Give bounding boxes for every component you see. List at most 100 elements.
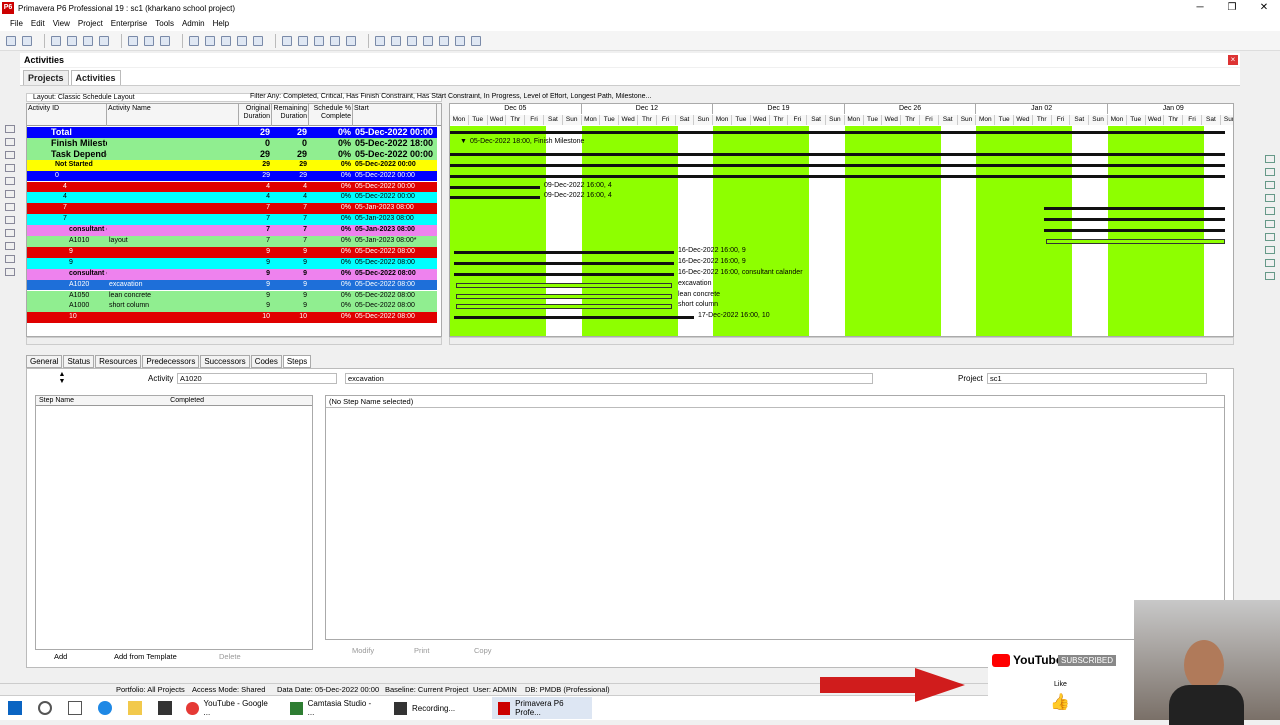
move-up-icon[interactable] <box>1265 233 1275 241</box>
cell-rd[interactable]: 9 <box>272 269 309 280</box>
menu-admin[interactable]: Admin <box>182 19 205 28</box>
minimize-icon[interactable]: ─ <box>1184 0 1216 16</box>
risks-nav-icon[interactable] <box>5 229 15 237</box>
activities-nav-icon[interactable] <box>5 138 15 146</box>
gantt-activity-bar[interactable] <box>1046 239 1225 244</box>
taskbar-camtasia[interactable]: Camtasia Studio - ... <box>284 697 384 719</box>
col-activity-name[interactable]: Activity Name <box>107 104 239 126</box>
cell-name[interactable]: lean concrete <box>107 291 239 302</box>
tab-projects[interactable]: Projects <box>23 70 69 85</box>
cell-start[interactable]: 05-Jan-2023 08:00 <box>353 203 437 214</box>
cell-rd[interactable]: 4 <box>272 182 309 193</box>
cell-pc[interactable]: 0% <box>309 182 353 193</box>
cell-id[interactable]: A1010 <box>27 236 107 247</box>
menu-enterprise[interactable]: Enterprise <box>111 19 147 28</box>
edge-icon[interactable] <box>98 701 112 715</box>
col-activity-id[interactable]: Activity ID <box>27 104 107 126</box>
cell-id[interactable]: 4 <box>27 182 107 193</box>
task-view-icon[interactable] <box>68 701 82 715</box>
cell-name[interactable] <box>107 127 239 138</box>
cell-start[interactable]: 05-Jan-2023 08:00 <box>353 214 437 225</box>
reports-nav-icon[interactable] <box>5 164 15 172</box>
cell-name[interactable] <box>107 149 239 160</box>
table-row[interactable]: A1000 short column 9 9 0% 05-Dec-2022 08:00 <box>27 301 437 313</box>
add-activity-icon[interactable] <box>1265 155 1275 163</box>
cell-start[interactable]: 05-Dec-2022 00:00 <box>353 160 437 171</box>
tab-status[interactable]: Status <box>63 355 95 368</box>
cell-rd[interactable]: 29 <box>272 171 309 182</box>
table-row[interactable]: 4 4 4 0% 05-Dec-2022 00:00 <box>27 181 437 193</box>
tab-predecessors[interactable]: Predecessors <box>142 355 200 368</box>
cell-od[interactable]: 9 <box>239 269 272 280</box>
cell-rd[interactable]: 9 <box>272 258 309 269</box>
issues-nav-icon[interactable] <box>5 216 15 224</box>
cell-name[interactable] <box>107 192 239 203</box>
table-row[interactable]: A1050 lean concrete 9 9 0% 05-Dec-2022 08:00 <box>27 290 437 302</box>
table-row[interactable]: Finish Milestone000%05-Dec-2022 18:00 <box>27 137 437 149</box>
cell-rd[interactable]: 4 <box>272 192 309 203</box>
cell-id[interactable]: 7 <box>27 203 107 214</box>
menu-file[interactable]: File <box>10 19 23 28</box>
layout-icon[interactable] <box>128 35 138 46</box>
menu-edit[interactable]: Edit <box>31 19 45 28</box>
close-icon[interactable]: ✕ <box>1248 0 1280 16</box>
cell-pc[interactable]: 0% <box>309 280 353 291</box>
gantt-bar[interactable] <box>450 174 1225 178</box>
cell-od[interactable]: 7 <box>239 203 272 214</box>
outdent-icon[interactable] <box>1265 272 1275 280</box>
cell-name[interactable] <box>107 203 239 214</box>
gantt-bar[interactable] <box>450 196 540 200</box>
cell-od[interactable]: 4 <box>239 182 272 193</box>
menu-help[interactable]: Help <box>213 19 229 28</box>
schedule-icon[interactable] <box>330 35 340 46</box>
resources-nav-icon[interactable] <box>5 151 15 159</box>
move-down-icon[interactable] <box>1265 246 1275 254</box>
search-icon[interactable] <box>38 701 52 715</box>
project-field[interactable]: sc1 <box>987 373 1207 384</box>
network-icon[interactable] <box>83 35 93 46</box>
cell-id[interactable]: 10 <box>27 312 107 323</box>
tab-activities[interactable]: Activities <box>70 70 121 85</box>
print-preview-icon[interactable] <box>22 35 32 46</box>
cell-start[interactable]: 05-Dec-2022 08:00 <box>353 247 437 258</box>
expenses-nav-icon[interactable] <box>5 203 15 211</box>
notes-icon[interactable] <box>455 35 465 46</box>
table-row[interactable]: consultant calander770%05-Jan-2023 08:00 <box>27 225 437 236</box>
delete-button[interactable]: Delete <box>205 650 241 664</box>
cell-start[interactable]: 05-Dec-2022 08:00 <box>353 258 437 269</box>
group-icon[interactable] <box>237 35 247 46</box>
filter-icon[interactable] <box>221 35 231 46</box>
cell-start[interactable]: 05-Dec-2022 00:00 <box>353 171 437 182</box>
gantt-bar[interactable] <box>1044 218 1225 222</box>
gantt-bar[interactable] <box>454 261 674 265</box>
gantt-bar[interactable] <box>450 131 1225 134</box>
cell-od[interactable]: 7 <box>239 214 272 225</box>
paste-icon[interactable] <box>1265 207 1275 215</box>
cell-id[interactable]: A1020 <box>27 280 107 291</box>
cell-name[interactable] <box>107 138 239 149</box>
cut-icon[interactable] <box>1265 181 1275 189</box>
table-row[interactable]: 7 7 7 0% 05-Jan-2023 08:00 <box>27 214 437 226</box>
cell-id[interactable]: Finish Milestone <box>27 138 107 149</box>
align-icon[interactable] <box>189 35 199 46</box>
cell-name[interactable]: layout <box>107 236 239 247</box>
cell-pc[interactable]: 0% <box>309 291 353 302</box>
cell-start[interactable]: 05-Jan-2023 08:00* <box>353 236 437 247</box>
cell-start[interactable]: 05-Jan-2023 08:00 <box>353 225 437 236</box>
bars-settings-icon[interactable] <box>298 35 308 46</box>
cell-od[interactable]: 29 <box>239 127 272 138</box>
cell-rd[interactable]: 9 <box>272 291 309 302</box>
gantt-bar[interactable] <box>450 185 540 189</box>
tab-codes[interactable]: Codes <box>250 355 282 368</box>
filter-label[interactable]: Filter Any: Completed, Critical, Has Fin… <box>250 93 660 102</box>
taskbar-primavera[interactable]: Primavera P6 Profe... <box>492 697 592 719</box>
cell-pc[interactable]: 0% <box>309 225 353 236</box>
table-row[interactable]: Task Dependent29290%05-Dec-2022 00:00 <box>27 148 437 160</box>
timescale-icon[interactable] <box>407 35 417 46</box>
cell-pc[interactable]: 0% <box>309 247 353 258</box>
cell-pc[interactable]: 0% <box>309 127 353 138</box>
projects-nav-icon[interactable] <box>5 125 15 133</box>
cell-start[interactable]: 05-Dec-2022 00:00 <box>353 127 437 138</box>
columns-settings-icon[interactable] <box>282 35 292 46</box>
cell-start[interactable]: 05-Dec-2022 00:00 <box>353 149 437 160</box>
